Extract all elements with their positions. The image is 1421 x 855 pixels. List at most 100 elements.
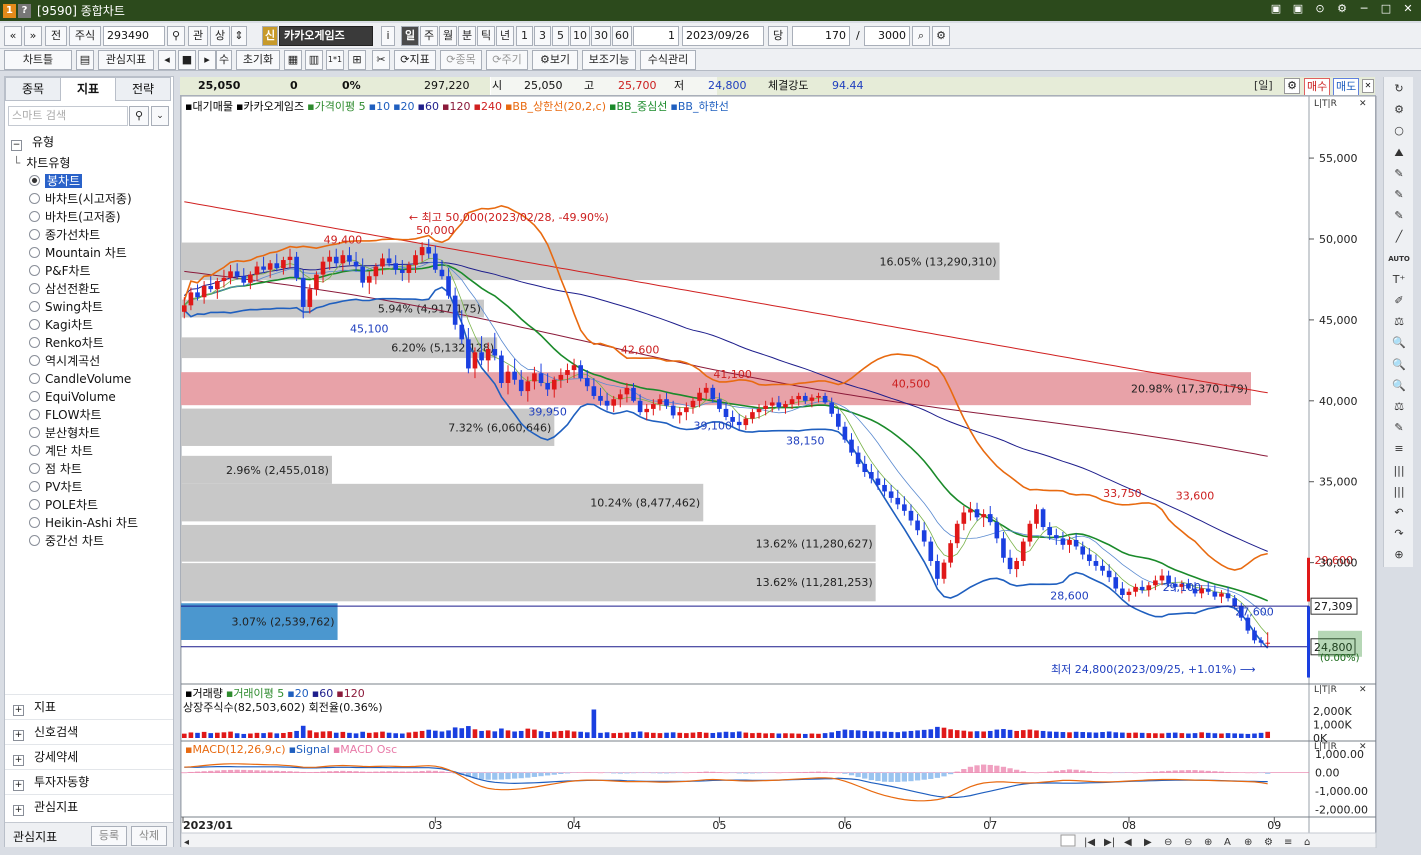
layout-icon[interactable]: ▥ — [305, 50, 323, 70]
chart-type-option[interactable]: CandleVolume — [5, 370, 173, 388]
total-count-input[interactable]: 3000 — [864, 26, 910, 46]
radio-icon[interactable] — [29, 211, 40, 222]
camera-icon[interactable]: ⊙ — [1313, 2, 1327, 16]
legend-label[interactable]: 20 — [401, 100, 415, 113]
cycle-button[interactable]: ⟳주기 — [486, 50, 528, 70]
watch-indicator-button[interactable]: 관심지표 — [98, 50, 154, 70]
chart-type-option[interactable]: PV차트 — [5, 478, 173, 496]
stock-name-field[interactable]: 카카오게임즈 — [279, 26, 373, 46]
chart-type-option[interactable]: 역시계곡선 — [5, 352, 173, 370]
radio-icon[interactable] — [29, 499, 40, 510]
period-0-button[interactable]: 일 — [401, 26, 419, 46]
legend-label[interactable]: BB_하한선 — [678, 100, 729, 113]
radio-icon[interactable] — [29, 427, 40, 438]
settings-icon[interactable]: ⚙ — [1335, 2, 1349, 16]
su-button[interactable]: 수 — [216, 50, 232, 70]
trend-icon[interactable]: ⊞ — [348, 50, 366, 70]
save-icon[interactable]: ▤ — [76, 50, 94, 70]
draw-tool-8-icon[interactable]: AUTO — [1384, 249, 1414, 269]
smart-search-input[interactable]: 스마트 검색 — [8, 106, 128, 126]
legend-label[interactable]: 가격이평 5 — [315, 100, 366, 113]
expand-icon[interactable]: ⌄ — [151, 106, 169, 126]
register-button[interactable]: 등록 — [91, 826, 127, 846]
radio-icon[interactable] — [29, 319, 40, 330]
draw-tool-15-icon[interactable]: ⚖ — [1384, 397, 1414, 417]
tab-strategy[interactable]: 전략 — [115, 77, 171, 101]
right-arrow-icon[interactable]: ▸ — [198, 50, 216, 70]
legend-label[interactable]: MACD(12,26,9,c) — [192, 743, 285, 756]
period-1-button[interactable]: 주 — [420, 26, 438, 46]
indicator-group-3[interactable]: + 투자자동향 — [5, 769, 173, 794]
legend-label[interactable]: 60 — [425, 100, 439, 113]
stop-icon[interactable]: ■ — [178, 50, 196, 70]
grid-size-button[interactable]: 1*1 — [326, 50, 344, 70]
stock-code-input[interactable]: 293490 — [103, 26, 165, 46]
radio-icon[interactable] — [29, 337, 40, 348]
minimize-button[interactable]: ─ — [1357, 2, 1371, 16]
chart-type-option[interactable]: Mountain 차트 — [5, 244, 173, 262]
unit-count-input[interactable]: 1 — [633, 26, 679, 46]
settings-icon[interactable]: ⚙ — [1284, 78, 1300, 94]
next-button[interactable]: » — [24, 26, 42, 46]
radio-icon[interactable] — [29, 247, 40, 258]
interval-5-button[interactable]: 5 — [552, 26, 569, 46]
radio-icon[interactable] — [29, 301, 40, 312]
chart-type-option[interactable]: P&F차트 — [5, 262, 173, 280]
tab-item[interactable]: 종목 — [5, 77, 61, 101]
period-3-button[interactable]: 분 — [458, 26, 476, 46]
indicator-group-0[interactable]: + 지표 — [5, 694, 173, 719]
radio-icon[interactable] — [29, 355, 40, 366]
search-icon[interactable]: ⚲ — [167, 26, 185, 46]
legend-label[interactable]: 대기매물 — [192, 100, 232, 113]
indicator-group-4[interactable]: + 관심지표 — [5, 794, 173, 819]
radio-icon[interactable] — [29, 409, 40, 420]
draw-tool-5-icon[interactable]: ✎ — [1384, 185, 1414, 205]
relation-button[interactable]: 관 — [188, 26, 208, 46]
radio-icon[interactable] — [29, 481, 40, 492]
today-button[interactable]: 당 — [768, 26, 788, 46]
buy-button[interactable]: 매수 — [1304, 78, 1331, 96]
interval-10-button[interactable]: 10 — [570, 26, 590, 46]
radio-icon[interactable] — [29, 517, 40, 528]
type-group-header[interactable]: − 유형 — [5, 133, 173, 151]
all-button[interactable]: 전 — [45, 26, 67, 46]
expand-icon[interactable]: + — [13, 730, 24, 741]
period-5-button[interactable]: 년 — [496, 26, 514, 46]
legend-label[interactable]: MACD Osc — [340, 743, 397, 756]
draw-tool-12-icon[interactable]: 🔍 — [1384, 333, 1414, 353]
radio-icon[interactable] — [29, 175, 40, 186]
draw-tool-17-icon[interactable]: ≡ — [1384, 439, 1414, 459]
compare-button[interactable]: 상 — [210, 26, 230, 46]
collapse-icon[interactable]: − — [11, 140, 22, 151]
prev-button[interactable]: « — [4, 26, 22, 46]
info-button[interactable]: i — [381, 26, 395, 46]
draw-tool-0-icon[interactable]: ↻ — [1384, 79, 1414, 99]
gear-icon[interactable]: ⚙ — [932, 26, 950, 46]
draw-tool-19-icon[interactable]: ||| — [1384, 482, 1414, 502]
scissors-icon[interactable]: ✂ — [372, 50, 390, 70]
chart-type-option[interactable]: 봉차트 — [5, 172, 173, 190]
expand-icon[interactable]: + — [13, 755, 24, 766]
radio-icon[interactable] — [29, 391, 40, 402]
radio-icon[interactable] — [29, 229, 40, 240]
indicator-button[interactable]: ⟳지표 — [394, 50, 436, 70]
expand-icon[interactable]: + — [13, 805, 24, 816]
sell-button[interactable]: 매도 — [1333, 78, 1360, 96]
draw-tool-3-icon[interactable]: ⛰ — [1384, 143, 1414, 163]
interval-1-button[interactable]: 1 — [516, 26, 533, 46]
expand-icon[interactable]: + — [13, 705, 24, 716]
draw-tool-22-icon[interactable]: ⊕ — [1384, 545, 1414, 565]
chart-type-option[interactable]: 계단 차트 — [5, 442, 173, 460]
interval-60-button[interactable]: 60 — [612, 26, 632, 46]
chart-area[interactable]: L|T|R L|T|R L|T|R ✕ ✕ ✕ 16.05% (13,290,310) 5.… — [180, 95, 1377, 848]
interval-3-button[interactable]: 3 — [534, 26, 551, 46]
left-arrow-icon[interactable]: ◂ — [158, 50, 176, 70]
chart-type-option[interactable]: POLE차트 — [5, 496, 173, 514]
chart-type-option[interactable]: 바차트(시고저종) — [5, 190, 173, 208]
radio-icon[interactable] — [29, 193, 40, 204]
chart-type-option[interactable]: Kagi차트 — [5, 316, 173, 334]
interval-30-button[interactable]: 30 — [591, 26, 611, 46]
chart-type-option[interactable]: 바차트(고저종) — [5, 208, 173, 226]
chart-type-option[interactable]: Renko차트 — [5, 334, 173, 352]
link-icon[interactable]: ▣ — [1269, 2, 1283, 16]
